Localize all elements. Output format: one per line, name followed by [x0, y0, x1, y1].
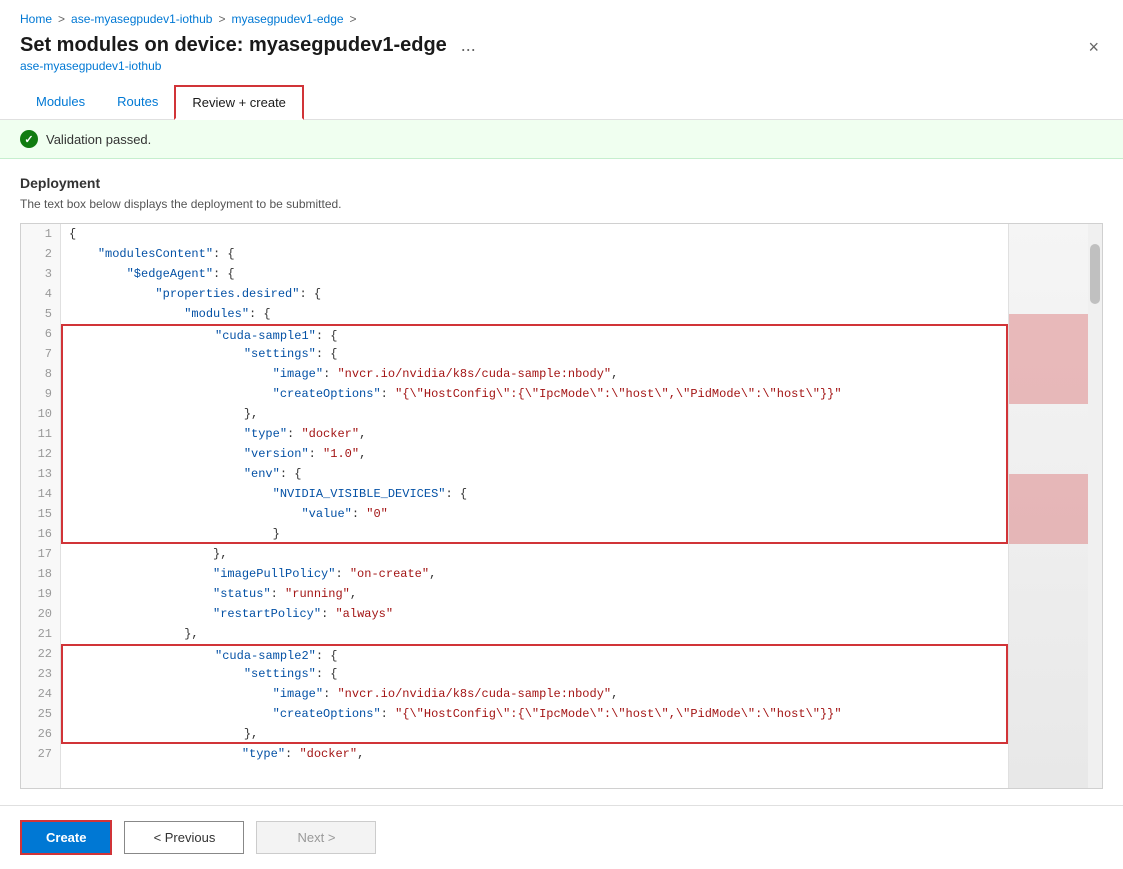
line-number: 13 — [21, 464, 60, 484]
deployment-description: The text box below displays the deployme… — [20, 197, 1103, 211]
code-line: "type": "docker", — [61, 424, 1008, 444]
line-number: 10 — [21, 404, 60, 424]
code-line: "status": "running", — [61, 584, 1008, 604]
breadcrumb-iothub[interactable]: ase-myasegpudev1-iothub — [71, 12, 212, 26]
code-container[interactable]: 1234567891011121314151617181920212223242… — [20, 223, 1103, 789]
code-line: "settings": { — [61, 664, 1008, 684]
code-line: { — [61, 224, 1008, 244]
breadcrumb-bar: Home > ase-myasegpudev1-iothub > myasegp… — [0, 0, 1123, 30]
breadcrumb-home[interactable]: Home — [20, 12, 52, 26]
code-line: }, — [61, 724, 1008, 744]
code-content[interactable]: { "modulesContent": { "$edgeAgent": { "p… — [61, 224, 1008, 788]
page-title-text: Set modules on device: myasegpudev1-edge — [20, 34, 447, 57]
deployment-title: Deployment — [20, 175, 1103, 191]
scrollbar-track[interactable] — [1088, 224, 1102, 788]
code-line: "createOptions": "{\"HostConfig\":{\"Ipc… — [61, 704, 1008, 724]
create-button[interactable]: Create — [20, 820, 112, 855]
code-line: "restartPolicy": "always" — [61, 604, 1008, 624]
next-button: Next > — [256, 821, 376, 854]
tab-review-create[interactable]: Review + create — [174, 85, 304, 120]
content-area: Deployment The text box below displays t… — [0, 159, 1123, 805]
footer: Create < Previous Next > — [0, 805, 1123, 869]
code-line: } — [61, 524, 1008, 544]
code-line: "cuda-sample1": { — [61, 324, 1008, 344]
line-numbers: 1234567891011121314151617181920212223242… — [21, 224, 61, 788]
line-number: 25 — [21, 704, 60, 724]
code-line: "properties.desired": { — [61, 284, 1008, 304]
line-number: 1 — [21, 224, 60, 244]
validation-banner: Validation passed. — [0, 120, 1123, 159]
line-number: 5 — [21, 304, 60, 324]
code-line: }, — [61, 624, 1008, 644]
line-number: 3 — [21, 264, 60, 284]
page-title-area: Set modules on device: myasegpudev1-edge… — [20, 34, 480, 73]
code-line: "value": "0" — [61, 504, 1008, 524]
line-number: 24 — [21, 684, 60, 704]
page-subtitle: ase-myasegpudev1-iothub — [20, 59, 480, 73]
line-number: 7 — [21, 344, 60, 364]
code-line: "modulesContent": { — [61, 244, 1008, 264]
line-number: 14 — [21, 484, 60, 504]
line-number: 8 — [21, 364, 60, 384]
line-number: 20 — [21, 604, 60, 624]
line-number: 16 — [21, 524, 60, 544]
line-number: 9 — [21, 384, 60, 404]
code-line: "version": "1.0", — [61, 444, 1008, 464]
line-number: 12 — [21, 444, 60, 464]
line-number: 11 — [21, 424, 60, 444]
code-line: }, — [61, 404, 1008, 424]
validation-text: Validation passed. — [46, 132, 151, 147]
code-line: "modules": { — [61, 304, 1008, 324]
line-number: 18 — [21, 564, 60, 584]
line-number: 21 — [21, 624, 60, 644]
tabs-bar: Modules Routes Review + create — [0, 77, 1123, 120]
breadcrumb-sep-2: > — [218, 12, 225, 26]
scrollbar-thumb[interactable] — [1090, 244, 1100, 304]
line-number: 26 — [21, 724, 60, 744]
previous-button[interactable]: < Previous — [124, 821, 244, 854]
line-number: 19 — [21, 584, 60, 604]
code-line: "NVIDIA_VISIBLE_DEVICES": { — [61, 484, 1008, 504]
line-number: 17 — [21, 544, 60, 564]
line-number: 27 — [21, 744, 60, 764]
code-line: "cuda-sample2": { — [61, 644, 1008, 664]
code-line: "env": { — [61, 464, 1008, 484]
breadcrumb-sep-1: > — [58, 12, 65, 26]
code-line: "createOptions": "{\"HostConfig\":{\"Ipc… — [61, 384, 1008, 404]
tab-modules[interactable]: Modules — [20, 86, 101, 119]
line-number: 15 — [21, 504, 60, 524]
page-header: Set modules on device: myasegpudev1-edge… — [0, 30, 1123, 77]
minimap — [1008, 224, 1088, 788]
line-number: 22 — [21, 644, 60, 664]
code-line: "type": "docker", — [61, 744, 1008, 764]
line-number: 23 — [21, 664, 60, 684]
code-line: "settings": { — [61, 344, 1008, 364]
close-button[interactable]: × — [1084, 34, 1103, 60]
tab-routes[interactable]: Routes — [101, 86, 174, 119]
code-line: "image": "nvcr.io/nvidia/k8s/cuda-sample… — [61, 364, 1008, 384]
breadcrumb-sep-3: > — [350, 12, 357, 26]
breadcrumb-edge[interactable]: myasegpudev1-edge — [231, 12, 343, 26]
code-line: }, — [61, 544, 1008, 564]
line-number: 4 — [21, 284, 60, 304]
ellipsis-button[interactable]: ... — [457, 35, 480, 56]
line-number: 2 — [21, 244, 60, 264]
code-line: "imagePullPolicy": "on-create", — [61, 564, 1008, 584]
code-lines: { "modulesContent": { "$edgeAgent": { "p… — [61, 224, 1008, 764]
line-number: 6 — [21, 324, 60, 344]
validation-icon — [20, 130, 38, 148]
code-line: "$edgeAgent": { — [61, 264, 1008, 284]
code-line: "image": "nvcr.io/nvidia/k8s/cuda-sample… — [61, 684, 1008, 704]
